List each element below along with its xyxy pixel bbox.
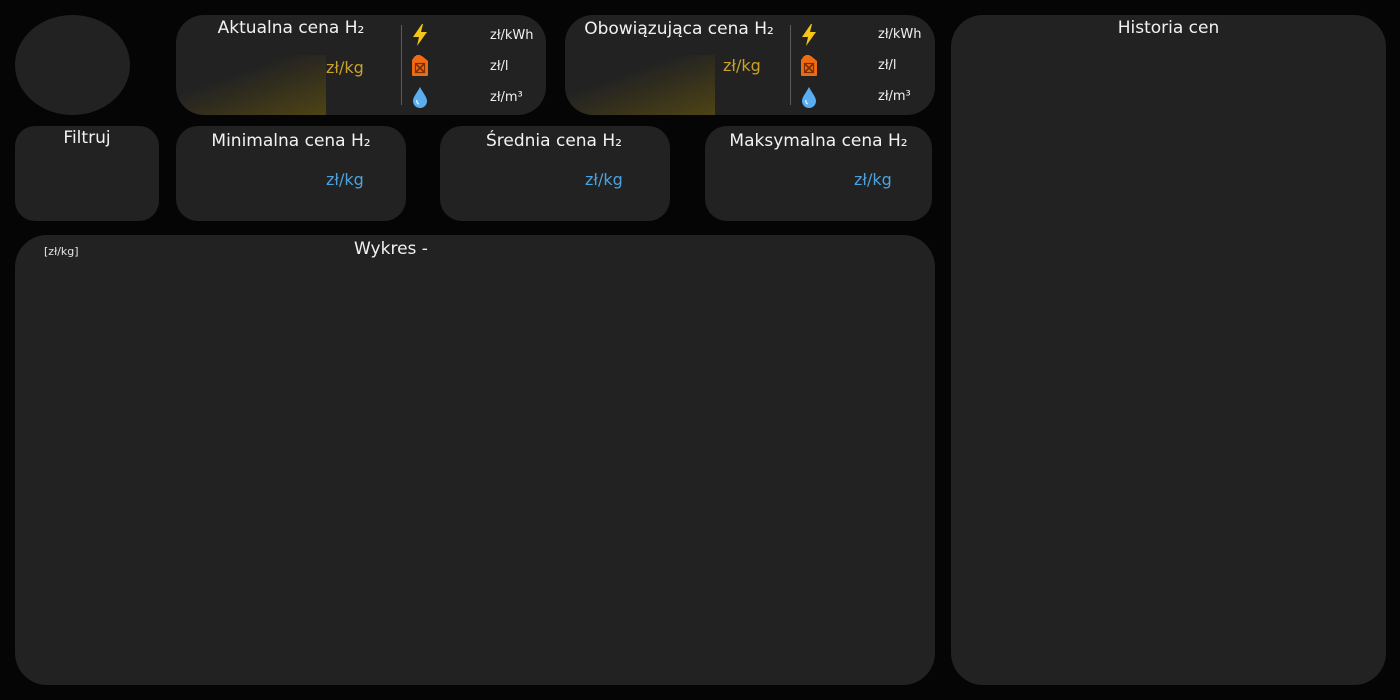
history-panel: Historia cen: [951, 15, 1386, 685]
fuel-canister-icon: [409, 54, 431, 78]
valid-price-unit: zł/kg: [723, 56, 761, 75]
dashboard: Aktualna cena H₂ zł/kg zł/kWh zł/l zł/m³…: [0, 0, 1400, 700]
conversion-liter-unit: zł/l: [878, 58, 897, 73]
conversion-kwh-unit: zł/kWh: [490, 28, 534, 43]
gold-glow: [176, 55, 326, 115]
current-price-unit: zł/kg: [326, 58, 364, 77]
current-price-panel: Aktualna cena H₂ zł/kg zł/kWh zł/l zł/m³: [176, 15, 546, 115]
conversion-liter-unit: zł/l: [490, 59, 509, 74]
conversion-kwh: [409, 21, 431, 49]
water-drop-icon: [409, 85, 431, 109]
gold-glow: [565, 55, 715, 115]
conversion-m3: [409, 83, 431, 111]
valid-price-title: Obowiązująca cena H₂: [584, 19, 774, 39]
divider: [401, 25, 402, 105]
conversion-kwh-unit: zł/kWh: [878, 27, 922, 42]
lightning-icon: [798, 23, 820, 47]
avg-price-title: Średnia cena H₂: [486, 131, 622, 151]
conversion-liter: [798, 52, 820, 80]
conversion-kwh: [798, 21, 820, 49]
min-price-unit: zł/kg: [326, 170, 364, 189]
logo-placeholder: [15, 15, 130, 115]
max-price-title: Maksymalna cena H₂: [729, 131, 908, 151]
min-price-panel: Minimalna cena H₂ zł/kg: [176, 126, 406, 221]
conversion-m3-unit: zł/m³: [490, 90, 523, 105]
current-price-title: Aktualna cena H₂: [217, 18, 365, 38]
lightning-icon: [409, 23, 431, 47]
history-title: Historia cen: [1117, 18, 1220, 38]
filter-title: Filtruj: [63, 128, 111, 148]
fuel-canister-icon: [798, 54, 820, 78]
valid-price-panel: Obowiązująca cena H₂ zł/kg zł/kWh zł/l z…: [565, 15, 935, 115]
avg-price-panel: Średnia cena H₂ zł/kg: [440, 126, 670, 221]
chart-panel: [zł/kg] Wykres -: [15, 235, 935, 685]
max-price-panel: Maksymalna cena H₂ zł/kg: [705, 126, 932, 221]
conversion-m3: [798, 83, 820, 111]
divider: [790, 25, 791, 105]
conversion-m3-unit: zł/m³: [878, 89, 911, 104]
filter-panel[interactable]: Filtruj: [15, 126, 159, 221]
avg-price-unit: zł/kg: [585, 170, 623, 189]
min-price-title: Minimalna cena H₂: [211, 131, 371, 151]
chart-title: Wykres -: [354, 239, 428, 259]
max-price-unit: zł/kg: [854, 170, 892, 189]
conversion-liter: [409, 52, 431, 80]
water-drop-icon: [798, 85, 820, 109]
